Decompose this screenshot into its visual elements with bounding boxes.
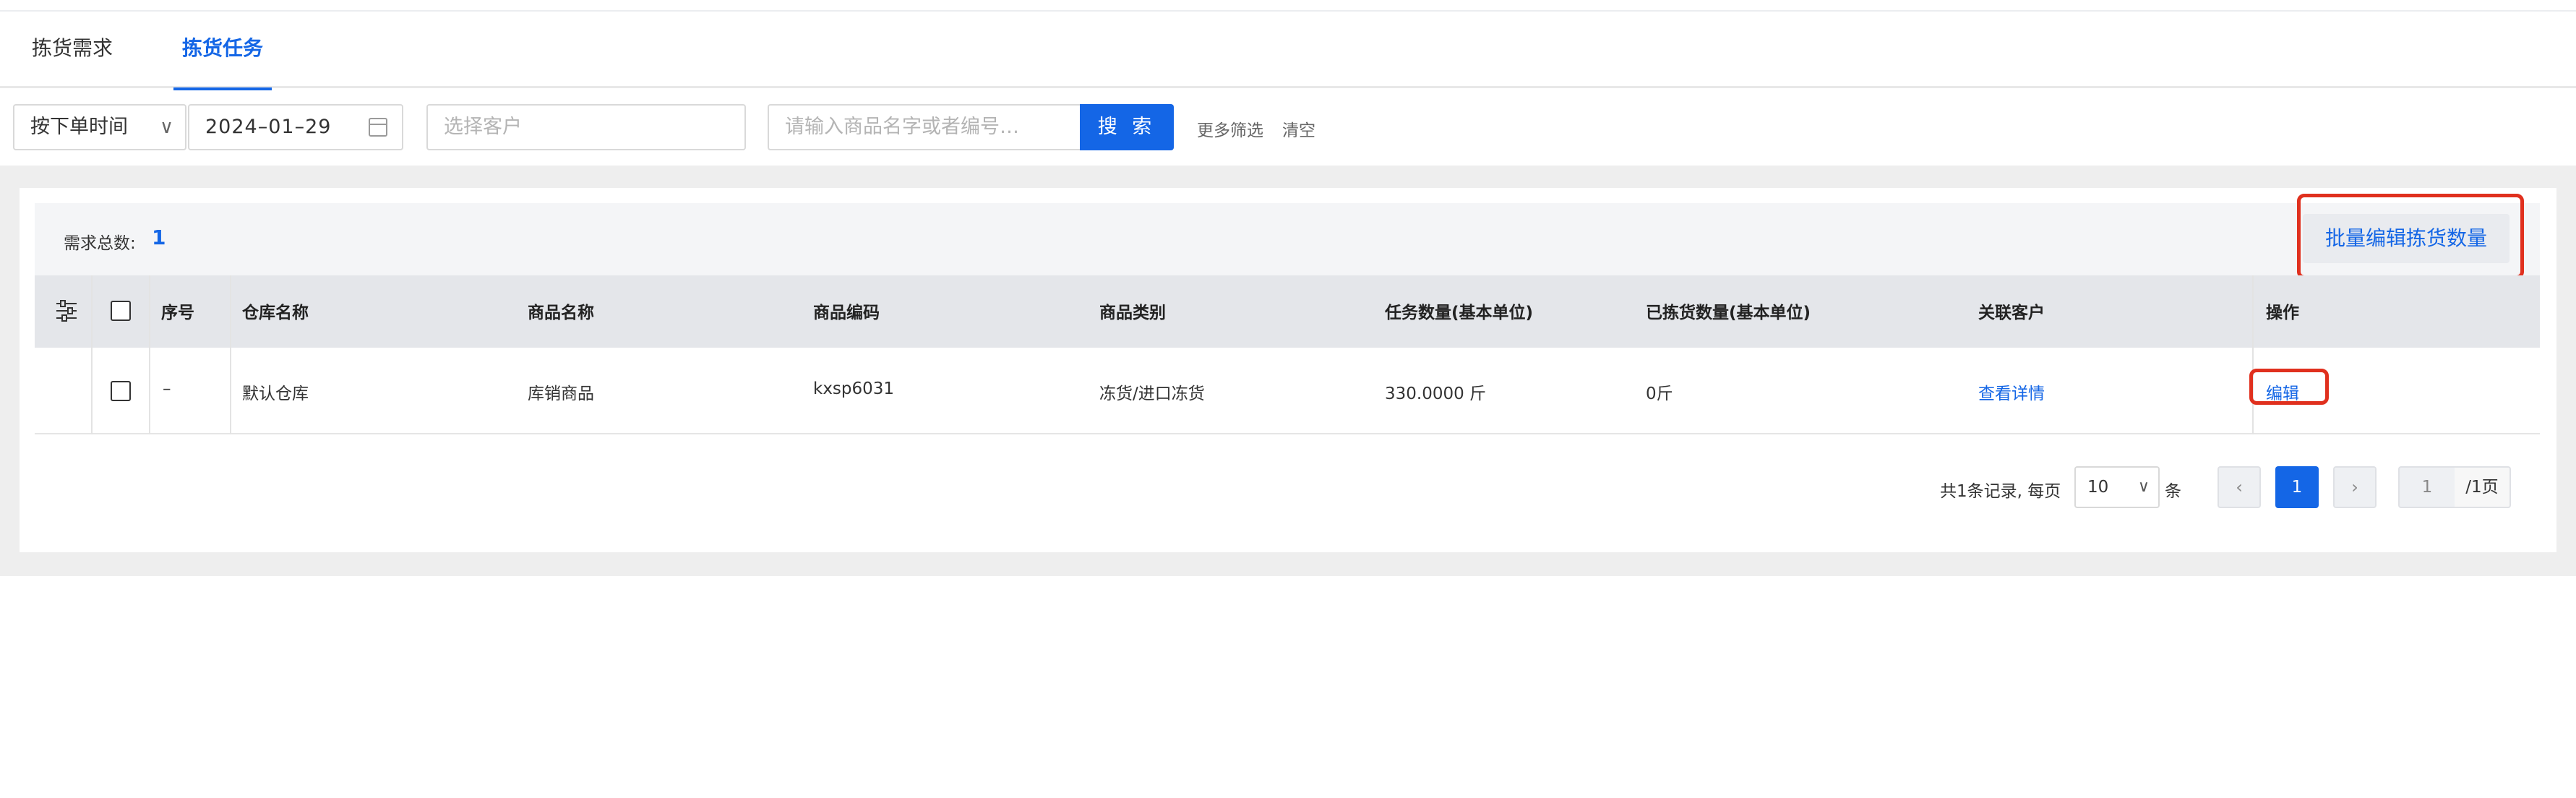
total-pages-label: /1页	[2455, 466, 2511, 508]
demand-total-value: 1	[152, 226, 166, 249]
col-header-warehouse: 仓库名称	[242, 304, 309, 322]
col-header-picked-qty: 已拣货数量(基本单位)	[1646, 304, 1811, 322]
page-size-value: 10	[2087, 478, 2109, 497]
filter-bar: 按下单时间 ∨ 2024–01–29 选择客户 请输入商品名字或者编号… 搜 索…	[0, 90, 2576, 166]
next-page-button[interactable]: ›	[2333, 466, 2377, 508]
edit-link[interactable]: 编辑	[2266, 379, 2299, 404]
column-settings-icon[interactable]	[55, 300, 78, 322]
customer-select[interactable]: 选择客户	[426, 104, 746, 150]
current-page-button[interactable]: 1	[2275, 466, 2319, 508]
chevron-down-icon: ∨	[159, 116, 173, 138]
cell-warehouse: 默认仓库	[242, 385, 309, 403]
table-header	[35, 275, 2540, 348]
col-header-product-name: 商品名称	[528, 304, 594, 322]
pagination-total: 共1条记录, 每页	[1940, 482, 2061, 501]
tab-picking-task[interactable]: 拣货任务	[173, 12, 272, 90]
calendar-icon	[369, 118, 387, 137]
date-picker[interactable]: 2024–01–29	[188, 104, 403, 150]
view-details-link[interactable]: 查看详情	[1978, 379, 2045, 404]
col-header-category: 商品类别	[1099, 304, 1166, 322]
col-header-customer: 关联客户	[1978, 304, 2045, 322]
cell-index: –	[163, 379, 171, 398]
col-header-task-qty: 任务数量(基本单位)	[1385, 304, 1534, 322]
time-type-value: 按下单时间	[30, 116, 128, 138]
page-jump-input[interactable]: 1	[2398, 466, 2456, 508]
column-divider	[149, 275, 150, 434]
more-filters-link[interactable]: 更多筛选	[1197, 116, 1263, 141]
demand-total-label: 需求总数:	[64, 234, 136, 253]
cell-task-qty: 330.0000 斤	[1385, 385, 1487, 403]
column-divider	[2252, 275, 2254, 434]
time-type-select[interactable]: 按下单时间 ∨	[13, 104, 186, 150]
page-size-select[interactable]: 10 ∨	[2074, 466, 2160, 508]
tab-picking-demand[interactable]: 拣货需求	[32, 12, 113, 88]
col-header-action: 操作	[2266, 304, 2299, 322]
clear-link[interactable]: 清空	[1282, 116, 1315, 141]
table-row	[35, 348, 2540, 434]
prev-page-button[interactable]: ‹	[2217, 466, 2261, 508]
row-checkbox[interactable]	[111, 381, 131, 401]
column-divider	[230, 275, 231, 434]
tab-bar: 拣货需求 拣货任务	[0, 12, 2576, 90]
cell-product-name: 库销商品	[528, 385, 594, 403]
col-header-product-code: 商品编码	[813, 304, 880, 322]
page-size-unit: 条	[2165, 482, 2181, 501]
select-all-checkbox[interactable]	[111, 301, 131, 321]
column-divider	[91, 275, 93, 434]
batch-edit-button[interactable]: 批量编辑拣货数量	[2303, 214, 2510, 263]
search-input[interactable]: 请输入商品名字或者编号…	[768, 104, 1081, 150]
chevron-down-icon: ∨	[2137, 478, 2150, 496]
date-value: 2024–01–29	[205, 116, 332, 138]
col-header-index: 序号	[161, 304, 194, 322]
cell-picked-qty: 0斤	[1646, 385, 1673, 403]
cell-category: 冻货/进口冻货	[1099, 385, 1205, 403]
cell-product-code: kxsp6031	[813, 379, 895, 398]
summary-bar	[35, 203, 2540, 275]
search-button[interactable]: 搜 索	[1080, 104, 1174, 150]
